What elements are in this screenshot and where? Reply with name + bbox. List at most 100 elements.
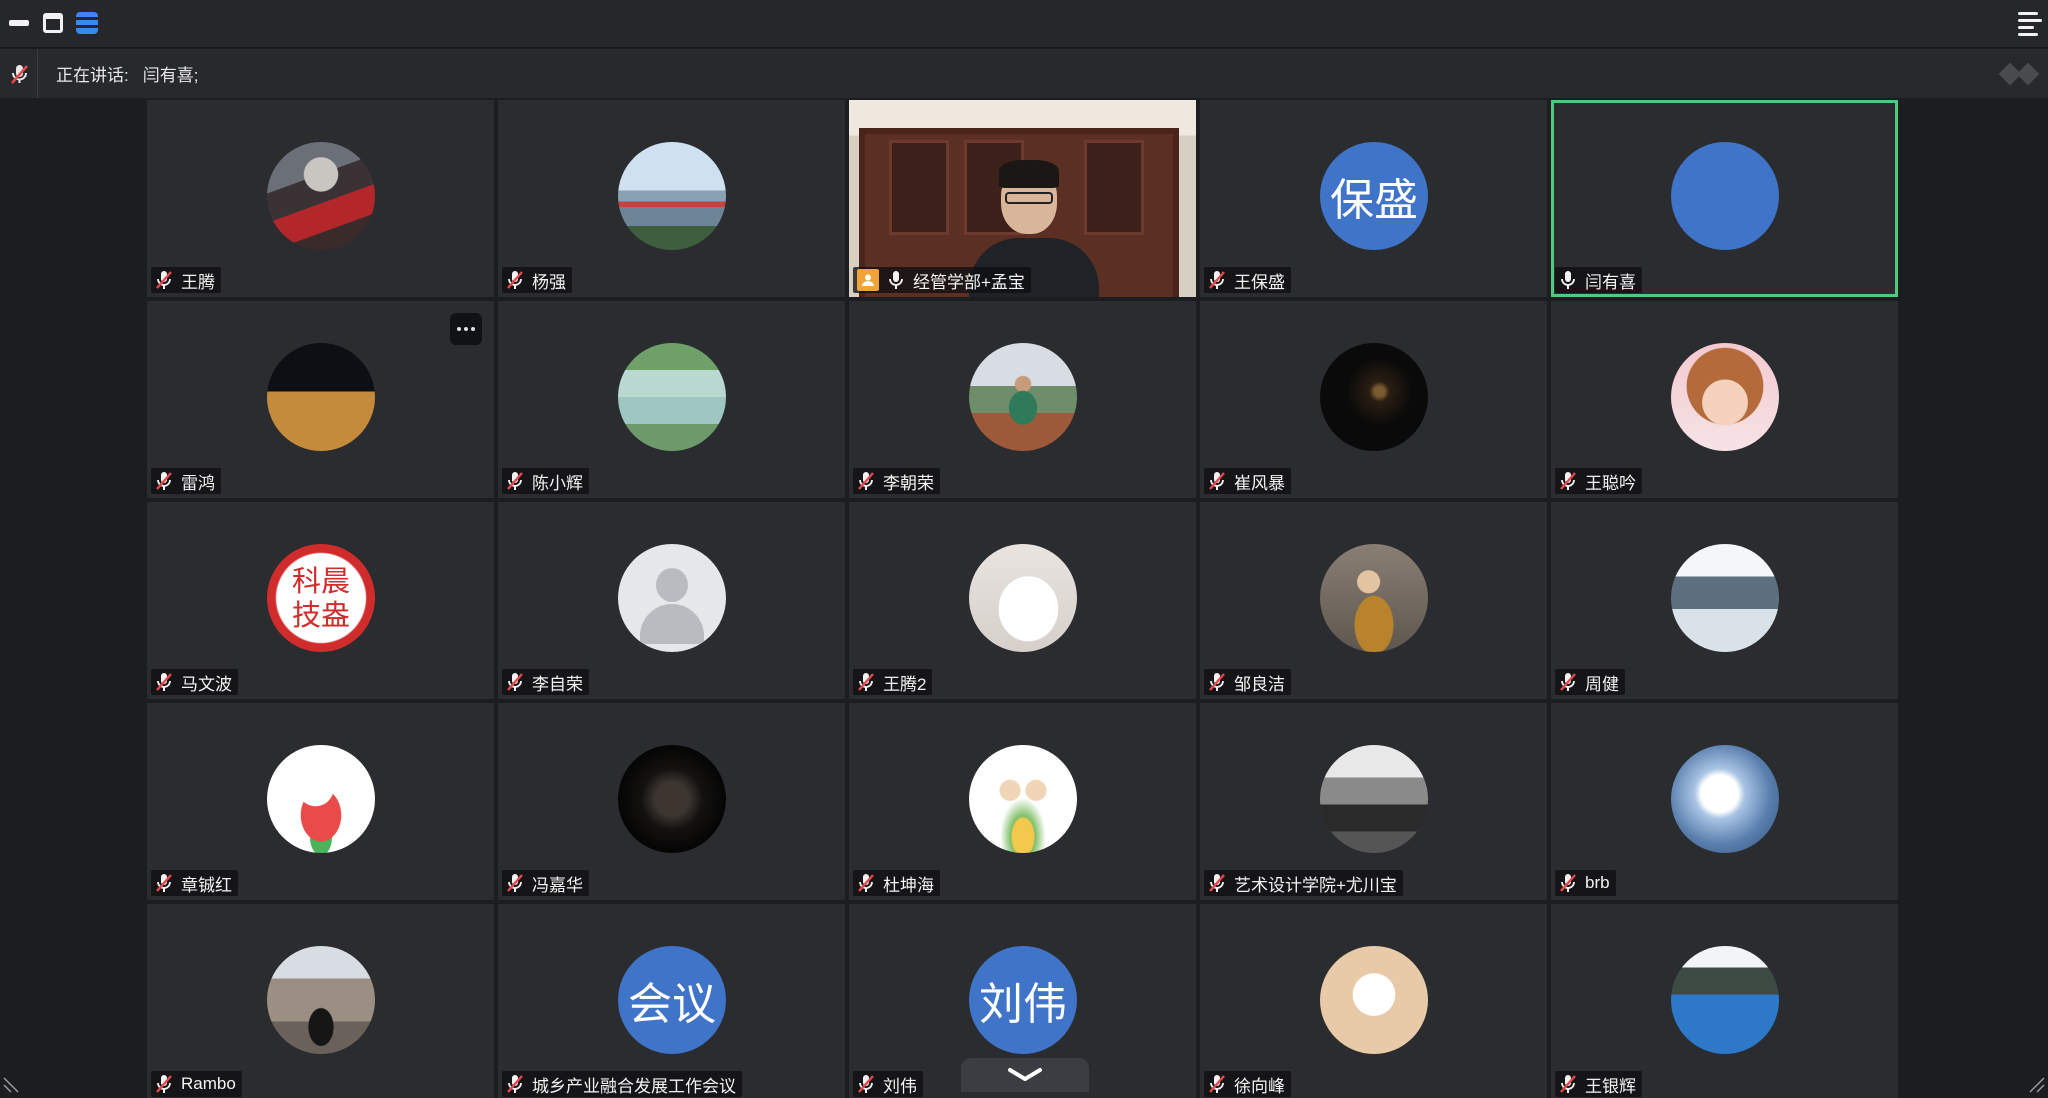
mic-muted-icon [858, 874, 874, 892]
participant-name: brb [1585, 873, 1610, 892]
avatar: 刘伟 [969, 946, 1077, 1054]
title-bar [0, 0, 2048, 48]
participant-name: 冯嘉华 [532, 875, 583, 895]
mic-muted-icon [1560, 1075, 1576, 1093]
resize-handle-left[interactable] [2, 1076, 20, 1094]
avatar: 科晨技盎 [267, 544, 375, 652]
menu-icon [2018, 12, 2038, 15]
participant-name: 杜坤海 [883, 875, 934, 895]
name-tag: 马文波 [151, 669, 238, 695]
participant-tile[interactable]: 科晨技盎马文波 [147, 502, 494, 699]
name-tag: brb [1555, 870, 1616, 896]
mic-muted-icon [507, 271, 523, 289]
mic-muted-icon [1209, 1075, 1225, 1093]
avatar: 会议 [618, 946, 726, 1054]
participant-name: 邹良洁 [1234, 674, 1285, 694]
avatar [267, 142, 375, 250]
more-icon-dot [471, 327, 475, 331]
name-tag: 冯嘉华 [502, 870, 589, 896]
side-panel-button[interactable] [2018, 10, 2042, 36]
participant-name: Rambo [181, 1074, 236, 1093]
mic-muted-icon [858, 673, 874, 691]
mic-muted-icon [156, 271, 172, 289]
collapse-button[interactable] [961, 1058, 1089, 1092]
name-tag: 王银辉 [1555, 1071, 1642, 1097]
participant-tile[interactable]: 闫有喜 [1551, 100, 1898, 297]
minimize-button[interactable] [6, 10, 32, 36]
name-tag: 徐向峰 [1204, 1071, 1291, 1097]
mic-muted-icon [507, 1075, 523, 1093]
menu-icon-line [2018, 26, 2034, 29]
avatar [267, 343, 375, 451]
person-glasses [1005, 192, 1053, 204]
more-icon-dot [464, 327, 468, 331]
mic-muted-icon [156, 1075, 172, 1093]
name-tag: 王保盛 [1204, 267, 1291, 293]
avatar-text: 会议 [628, 979, 716, 1030]
participant-tile[interactable]: 周健 [1551, 502, 1898, 699]
mic-muted-icon [507, 673, 523, 691]
avatar [1671, 745, 1779, 853]
name-tag: 杨强 [502, 267, 572, 293]
avatar [1671, 544, 1779, 652]
name-tag: 章铖红 [151, 870, 238, 896]
participant-tile[interactable]: 王腾 [147, 100, 494, 297]
avatar-text: 刘伟 [979, 979, 1067, 1030]
participant-tile[interactable]: 保盛王保盛 [1200, 100, 1547, 297]
participant-grid: 王腾 杨强 经管学部+孟宝 保盛 王保盛 闫有喜 雷鸿 陈小辉 李朝荣 崔风暴 王聪吟 科晨技盎 马文波… [147, 100, 1901, 1098]
speaking-bar: 正在讲话: 闫有喜; [0, 49, 2048, 98]
resize-handle-right[interactable] [2028, 1076, 2046, 1094]
mic-muted-icon [1209, 673, 1225, 691]
participant-tile[interactable]: 崔风暴 [1200, 301, 1547, 498]
name-tag: Rambo [151, 1071, 242, 1097]
avatar-text: 保盛 [1330, 175, 1418, 226]
participant-name: 陈小辉 [532, 473, 583, 493]
participant-tile[interactable]: 会议 城乡产业融合发展工作会议 [498, 904, 845, 1098]
participant-name: 王保盛 [1234, 272, 1285, 292]
participant-name: 闫有喜 [1585, 272, 1636, 292]
name-tag: 刘伟 [853, 1071, 923, 1097]
more-options-button[interactable] [450, 313, 482, 345]
name-tag: 王腾2 [853, 669, 933, 695]
participant-tile[interactable]: 经管学部+孟宝 [849, 100, 1196, 297]
window-icon [43, 13, 63, 33]
participant-name: 王腾 [181, 272, 215, 292]
avatar: 保盛 [1320, 142, 1428, 250]
window-button[interactable] [40, 10, 66, 36]
participant-tile[interactable]: 陈小辉 [498, 301, 845, 498]
participant-name: 杨强 [532, 272, 566, 292]
mic-icon [1561, 271, 1575, 289]
bookcase-glass [1084, 140, 1144, 235]
list-view-icon [76, 12, 98, 34]
participant-tile[interactable]: 冯嘉华 [498, 703, 845, 900]
participant-tile[interactable]: 邹良洁 [1200, 502, 1547, 699]
avatar [969, 544, 1077, 652]
avatar [1320, 343, 1428, 451]
decoration-icon [1998, 61, 2040, 87]
avatar [1320, 745, 1428, 853]
participant-tile[interactable]: 王银辉 [1551, 904, 1898, 1098]
avatar [618, 343, 726, 451]
participant-name: 经管学部+孟宝 [913, 272, 1025, 292]
list-view-button[interactable] [74, 10, 100, 36]
participant-name: 王银辉 [1585, 1076, 1636, 1096]
participant-tile[interactable]: Rambo [147, 904, 494, 1098]
participant-tile[interactable]: 徐向峰 [1200, 904, 1547, 1098]
participant-tile[interactable]: 章铖红 [147, 703, 494, 900]
participant-tile[interactable]: 杨强 [498, 100, 845, 297]
avatar [267, 745, 375, 853]
name-tag: 李自荣 [502, 669, 589, 695]
participant-name: 刘伟 [883, 1076, 917, 1096]
participant-tile[interactable]: 王腾2 [849, 502, 1196, 699]
person-hair [999, 160, 1059, 188]
participant-tile[interactable]: brb [1551, 703, 1898, 900]
participant-tile[interactable]: 李朝荣 [849, 301, 1196, 498]
participant-tile[interactable]: 王聪吟 [1551, 301, 1898, 498]
participant-tile[interactable]: 雷鸿 [147, 301, 494, 498]
avatar [969, 343, 1077, 451]
participant-tile[interactable]: 李自荣 [498, 502, 845, 699]
participant-tile[interactable]: 杜坤海 [849, 703, 1196, 900]
participant-tile[interactable]: 艺术设计学院+尤川宝 [1200, 703, 1547, 900]
minimize-icon [9, 20, 29, 26]
avatar [1320, 544, 1428, 652]
